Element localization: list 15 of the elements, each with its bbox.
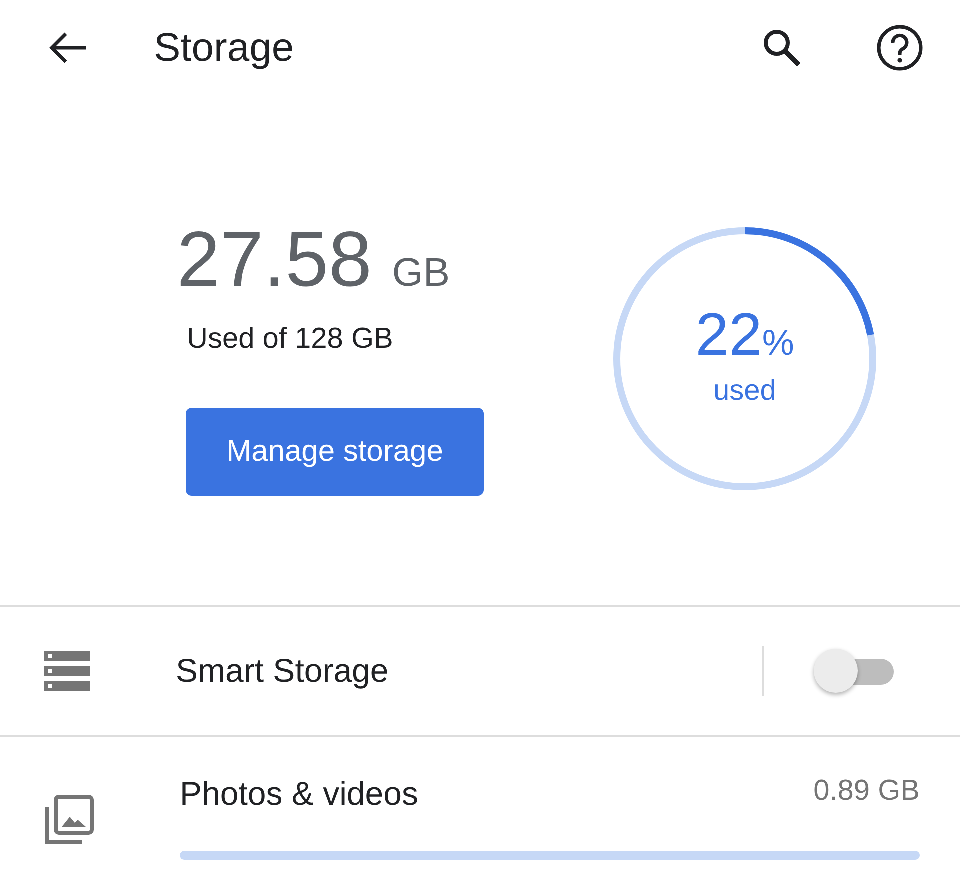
photos-icon [44,795,94,845]
screen-title: Storage [154,26,296,70]
category-label: Photos & videos [180,775,418,813]
used-unit: GB [392,251,450,296]
manage-storage-button[interactable]: Manage storage [186,408,484,496]
percent-sign: % [762,322,794,364]
used-amount: 27.58 [177,214,372,305]
toggle-switch[interactable] [814,649,894,693]
category-size: 0.89 GB [814,775,920,809]
help-button[interactable] [876,24,924,72]
storage-list-icon [44,651,90,691]
percent-value: 22 [696,300,762,369]
used-label: used [714,375,776,408]
capacity-caption: Used of 128 GB [187,323,394,356]
setting-label: Smart Storage [176,652,390,690]
